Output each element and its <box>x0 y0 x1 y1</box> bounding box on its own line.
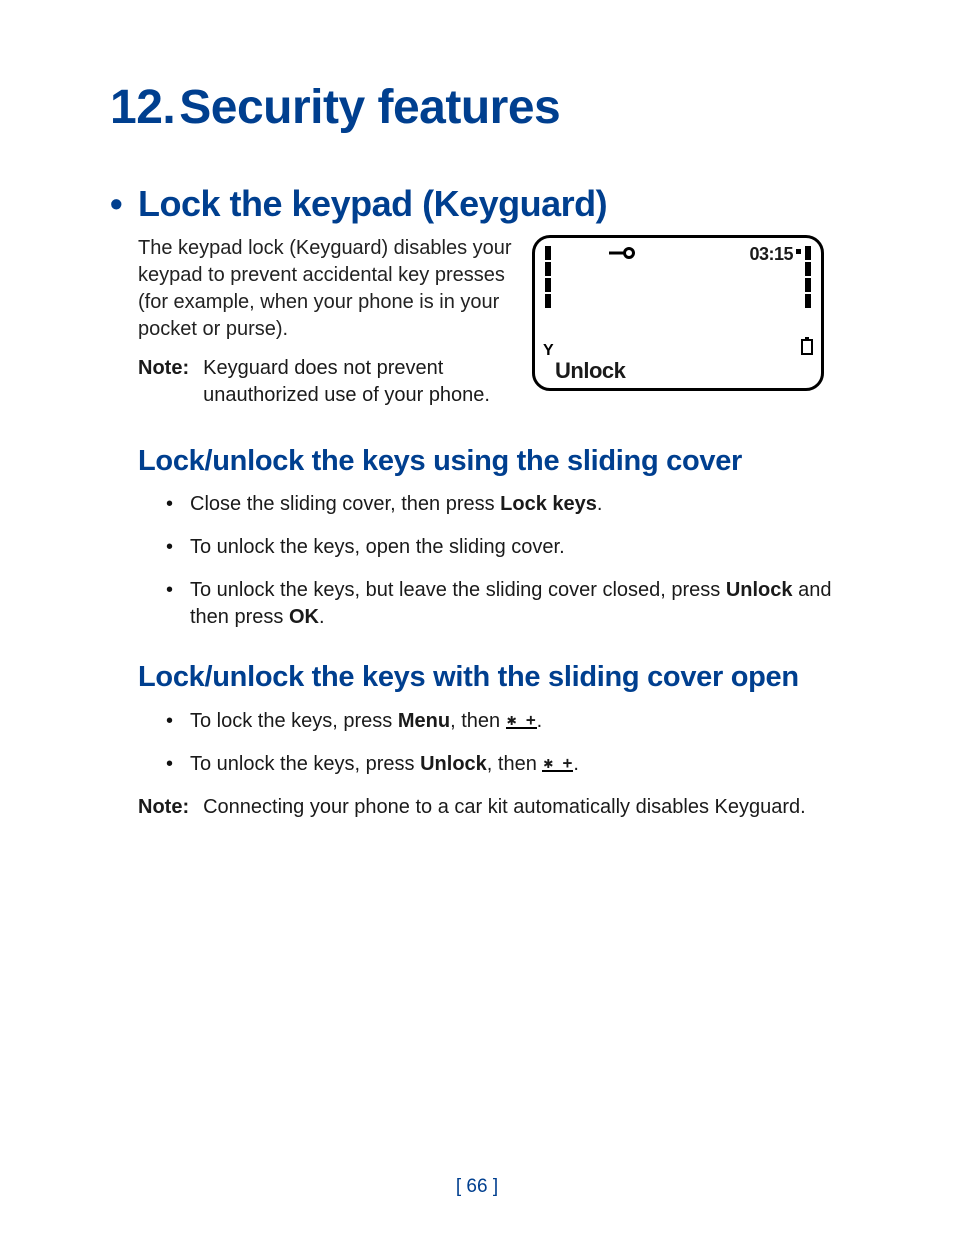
clock-time: 03:15 <box>749 244 793 265</box>
chapter-title: 12.Security features <box>110 80 844 135</box>
clock-dot-icon <box>796 249 801 254</box>
section-bullet: • <box>110 183 138 225</box>
battery-bars-icon <box>805 246 811 308</box>
list-item: To unlock the keys, press Unlock, then ✱… <box>166 751 844 778</box>
chapter-number: 12. <box>110 81 175 134</box>
section-keyguard-heading: •Lock the keypad (Keyguard) <box>110 183 844 225</box>
list-item: Close the sliding cover, then press Lock… <box>166 491 844 518</box>
antenna-icon: Y <box>543 342 554 360</box>
list-item: To lock the keys, press Menu, then ✱ +. <box>166 708 844 735</box>
battery-icon <box>801 337 813 360</box>
keyguard-intro-text: The keypad lock (Keyguard) disables your… <box>110 235 520 343</box>
list-item: To unlock the keys, but leave the slidin… <box>166 577 844 631</box>
list-item: To unlock the keys, open the sliding cov… <box>166 534 844 561</box>
section-cover-open-heading: Lock/unlock the keys with the sliding co… <box>110 659 844 695</box>
keyguard-note: Note: Keyguard does not prevent unauthor… <box>110 355 520 409</box>
star-key-icon: ✱ + <box>542 756 573 772</box>
section-keyguard-title: Lock the keypad (Keyguard) <box>138 183 607 224</box>
cover-open-steps: To lock the keys, press Menu, then ✱ +. … <box>110 708 844 778</box>
chapter-title-text: Security features <box>179 81 560 134</box>
star-key-icon: ✱ + <box>506 713 537 729</box>
note-body: Connecting your phone to a car kit autom… <box>203 794 844 821</box>
lock-key-icon <box>609 246 635 262</box>
note-label: Note: <box>138 794 189 821</box>
car-kit-note: Note: Connecting your phone to a car kit… <box>110 794 844 821</box>
section-sliding-cover-heading: Lock/unlock the keys using the sliding c… <box>110 443 844 479</box>
softkey-unlock-label: Unlock <box>555 358 625 384</box>
note-body: Keyguard does not prevent unauthorized u… <box>203 355 520 409</box>
page-number: [ 66 ] <box>0 1176 954 1198</box>
sliding-cover-steps: Close the sliding cover, then press Lock… <box>110 491 844 631</box>
note-label: Note: <box>138 355 189 409</box>
phone-screen-figure: Y 03:15 Unlock <box>532 235 824 391</box>
signal-bars-icon <box>545 246 551 308</box>
